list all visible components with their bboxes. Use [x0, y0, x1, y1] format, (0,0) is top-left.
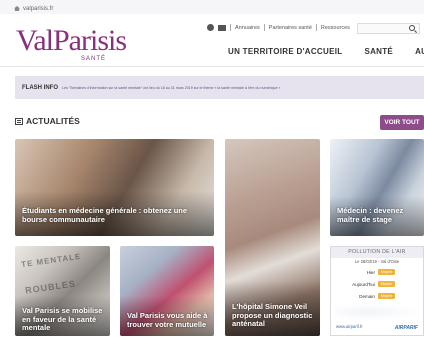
air-row-label: Demain [359, 293, 375, 299]
air-link[interactable]: www.airparif.fr [336, 324, 363, 329]
card-image-text: ROUBLES [24, 278, 77, 296]
air-level-badge: Moyen [378, 281, 395, 287]
account-icon[interactable] [207, 24, 214, 31]
newspaper-icon [15, 117, 23, 125]
divider [230, 24, 231, 31]
card-image-text: TE MENTALE [20, 251, 82, 270]
air-row-hier: Hier Moyen [331, 269, 423, 275]
nav-divider [0, 66, 424, 67]
card-caption: L'hôpital Simone Veil propose un diagnos… [232, 302, 313, 329]
mail-icon[interactable] [218, 24, 226, 31]
news-card-mutuelle[interactable]: Val Parisis vous aide à trouver votre mu… [120, 246, 214, 336]
site-logo[interactable]: ValParisis SANTÉ [16, 26, 127, 63]
util-link-ressources[interactable]: Ressources [321, 25, 350, 31]
air-row-label: Aujourd'hui [352, 281, 375, 287]
browser-strip: valparisis.fr [0, 0, 424, 14]
nav-item-territoire[interactable]: UN TERRITOIRE D'ACCUEIL [228, 47, 342, 56]
divider [263, 24, 265, 31]
site-domain: valparisis.fr [23, 5, 54, 12]
main-nav: UN TERRITOIRE D'ACCUEIL SANTÉ AUTONOMIE [228, 47, 424, 56]
util-link-partenaires[interactable]: Partenaires santé [269, 25, 312, 31]
air-pollution-widget[interactable]: POLLUTION DE L'AIR Le 28/03/19 - Val d'O… [330, 246, 424, 336]
logo-text: ValParisis [16, 24, 127, 57]
search-input[interactable] [357, 23, 420, 34]
air-level-badge: Moyen [378, 269, 395, 275]
news-card-maitre-stage[interactable]: Médecin : devenez maître de stage [330, 139, 424, 236]
news-card-sante-mentale[interactable]: TE MENTALE ROUBLES Val Parisis se mobili… [15, 246, 110, 336]
logo-tagline: SANTÉ [80, 56, 106, 62]
card-caption: Val Parisis vous aide à trouver votre mu… [127, 311, 208, 329]
news-card-hopital[interactable]: L'hôpital Simone Veil propose un diagnos… [225, 139, 320, 336]
see-all-button[interactable]: VOIR TOUT [380, 115, 424, 130]
utility-bar: Annuaires Partenaires santé Ressources [207, 24, 350, 31]
air-level-badge: Moyen [378, 293, 395, 299]
home-icon[interactable] [14, 6, 20, 11]
air-date: Le 28/03/19 - Val d'Oise [354, 259, 400, 264]
flash-text[interactable]: Les "Semaines d'information sur la santé… [62, 86, 280, 90]
air-map-graphic [335, 303, 421, 321]
airparif-logo: AIRPARIF [394, 325, 418, 331]
nav-item-autonomie[interactable]: AUTONOMIE [415, 47, 424, 56]
nav-item-sante[interactable]: SANTÉ [364, 47, 393, 56]
flash-info-banner[interactable]: FLASH INFO Les "Semaines d'information s… [15, 76, 424, 99]
search-icon[interactable] [409, 25, 415, 31]
air-row-aujourdhui: Aujourd'hui Moyen [331, 281, 423, 287]
card-caption: Val Parisis se mobilise en faveur de la … [22, 306, 103, 333]
news-card-bourse[interactable]: Étudiants en médecine générale : obtenez… [15, 139, 214, 236]
air-row-demain: Demain Moyen [331, 293, 423, 299]
card-caption: Étudiants en médecine générale : obtenez… [22, 206, 188, 224]
util-link-annuaires[interactable]: Annuaires [235, 25, 260, 31]
news-heading: ACTUALITÉS [15, 116, 80, 126]
air-row-label: Hier [366, 269, 375, 275]
divider [315, 24, 317, 31]
air-title: POLLUTION DE L'AIR [331, 247, 423, 258]
logo-wordmark: ValParisis [16, 26, 127, 56]
news-title: ACTUALITÉS [26, 116, 80, 126]
page: valparisis.fr ValParisis SANTÉ Annuaires… [0, 0, 424, 339]
flash-label: FLASH INFO [22, 84, 58, 91]
card-caption: Médecin : devenez maître de stage [337, 206, 404, 224]
